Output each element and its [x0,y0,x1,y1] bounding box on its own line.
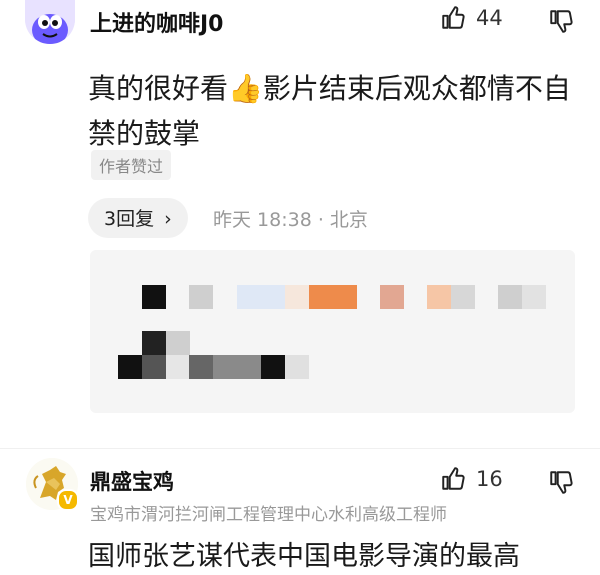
pixel-block [237,285,285,309]
pixel-block [451,285,475,309]
pixel-block [189,285,213,309]
like-count: 16 [476,467,503,491]
pixel-block [166,331,190,355]
pixel-block [380,285,404,309]
user-title: 宝鸡市渭河拦河闸工程管理中心水利高级工程师 [90,505,447,525]
pixelated-media-preview[interactable] [90,250,575,413]
pixel-block [213,355,261,379]
thumbs-up-icon [442,467,465,490]
like-button[interactable]: 16 [440,466,503,492]
pixel-block [285,285,309,309]
like-button[interactable]: 44 [440,5,503,31]
pixel-block [498,285,522,309]
dislike-button[interactable] [548,469,574,499]
pixel-block [189,355,213,379]
dislike-button[interactable] [548,8,574,38]
pixel-block [427,285,451,309]
thumbs-down-icon [550,471,573,494]
verified-badge: V [57,489,79,511]
thumbs-up-icon [442,6,465,29]
comment-divider [0,448,600,449]
pixel-block [118,355,142,379]
reply-count-label: 3回复 [104,208,155,230]
view-replies-button[interactable]: 3回复 › [88,198,188,238]
pixel-block [261,355,285,379]
pixel-block [166,355,190,379]
comment-text: 真的很好看👍影片结束后观众都情不自禁的鼓掌 [88,72,571,150]
pixel-block [309,285,357,309]
pixel-block [142,285,166,309]
pixel-block [142,331,166,355]
comment-time-location: 昨天 18:38 · 北京 [213,209,368,231]
pixel-block [142,355,166,379]
like-count: 44 [476,6,503,30]
thumbs-down-icon [550,10,573,33]
chevron-right-icon: › [164,208,172,230]
cartoon-dino-avatar-icon [25,0,75,44]
author-liked-badge: 作者赞过 [91,150,172,180]
username[interactable]: 上进的咖啡J0 [90,6,224,38]
comment-text: 国师张艺谋代表中国电影导演的最高 [88,541,520,572]
pixel-block [285,355,309,379]
user-avatar[interactable] [25,0,75,44]
pixel-block [522,285,546,309]
username[interactable]: 鼎盛宝鸡 [90,466,174,496]
